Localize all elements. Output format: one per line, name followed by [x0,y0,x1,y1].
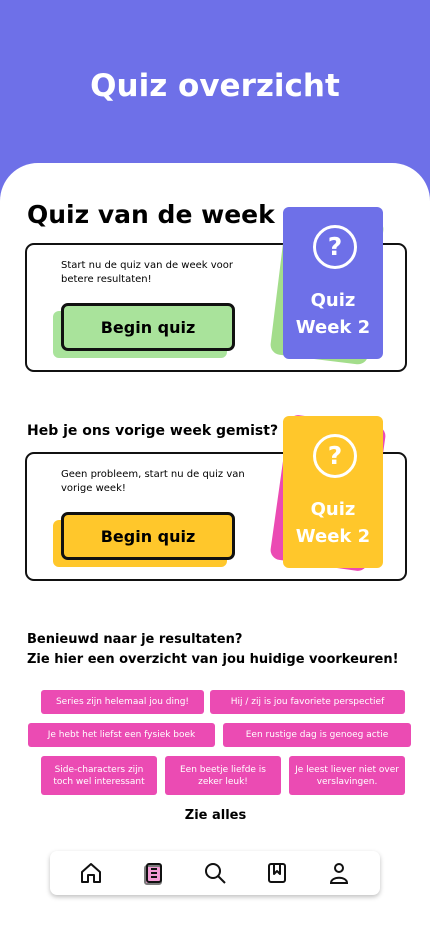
week-quiz-start-button[interactable]: Begin quiz [61,303,235,351]
previous-quiz-card-title: Quiz Week 2 [283,496,383,550]
previous-quiz-card-preview[interactable]: ? Quiz Week 2 [283,416,383,568]
question-circle-icon: ? [313,225,357,269]
see-all-link[interactable]: Zie alles [183,808,248,826]
search-icon[interactable] [203,861,227,885]
bookmark-icon[interactable] [265,861,289,885]
results-title-line2: Zie hier een overzicht van jou huidige v… [27,652,399,667]
previous-quiz-description: Geen probleem, start nu de quiz van vori… [61,469,245,494]
week-quiz-description: Start nu de quiz van de week voor betere… [61,260,233,285]
week-quiz-card-title: Quiz Week 2 [283,287,383,341]
question-circle-icon: ? [313,434,357,478]
bottom-navigation [50,851,380,895]
week-quiz-card-preview[interactable]: ? Quiz Week 2 [283,207,383,359]
home-icon[interactable] [79,861,103,885]
preference-chip[interactable]: Series zijn helemaal jou ding! [41,690,204,714]
clipboard-list-icon[interactable] [141,861,165,885]
results-title: Benieuwd naar je resultaten? Zie hier ee… [27,630,399,670]
week-quiz-heading: Quiz van de week [27,200,275,229]
header: Quiz overzicht [0,0,430,180]
preference-chip[interactable]: Je leest liever niet over verslavingen. [289,756,405,795]
preference-chip[interactable]: Je hebt het liefst een fysiek boek [28,723,215,747]
previous-quiz-card-line2: Week 2 [295,526,371,547]
previous-quiz-start-button[interactable]: Begin quiz [61,512,235,560]
previous-quiz-heading: Heb je ons vorige week gemist? [27,423,279,439]
week-quiz-card-line1: Quiz [310,290,356,311]
previous-quiz-card-line1: Quiz [310,499,356,520]
page-title: Quiz overzicht [90,68,340,104]
previous-quiz-button-wrapper: Begin quiz [53,512,235,570]
profile-icon[interactable] [327,861,351,885]
week-quiz-button-wrapper: Begin quiz [53,303,235,361]
preference-chip[interactable]: Een rustige dag is genoeg actie [223,723,411,747]
week-quiz-card-line2: Week 2 [295,317,371,338]
preference-chip[interactable]: Side-characters zijn toch wel interessan… [41,756,157,795]
preference-chip[interactable]: Een beetje liefde is zeker leuk! [165,756,281,795]
results-title-line1: Benieuwd naar je resultaten? [27,632,243,647]
preference-chip[interactable]: Hij / zij is jou favoriete perspectief [210,690,405,714]
